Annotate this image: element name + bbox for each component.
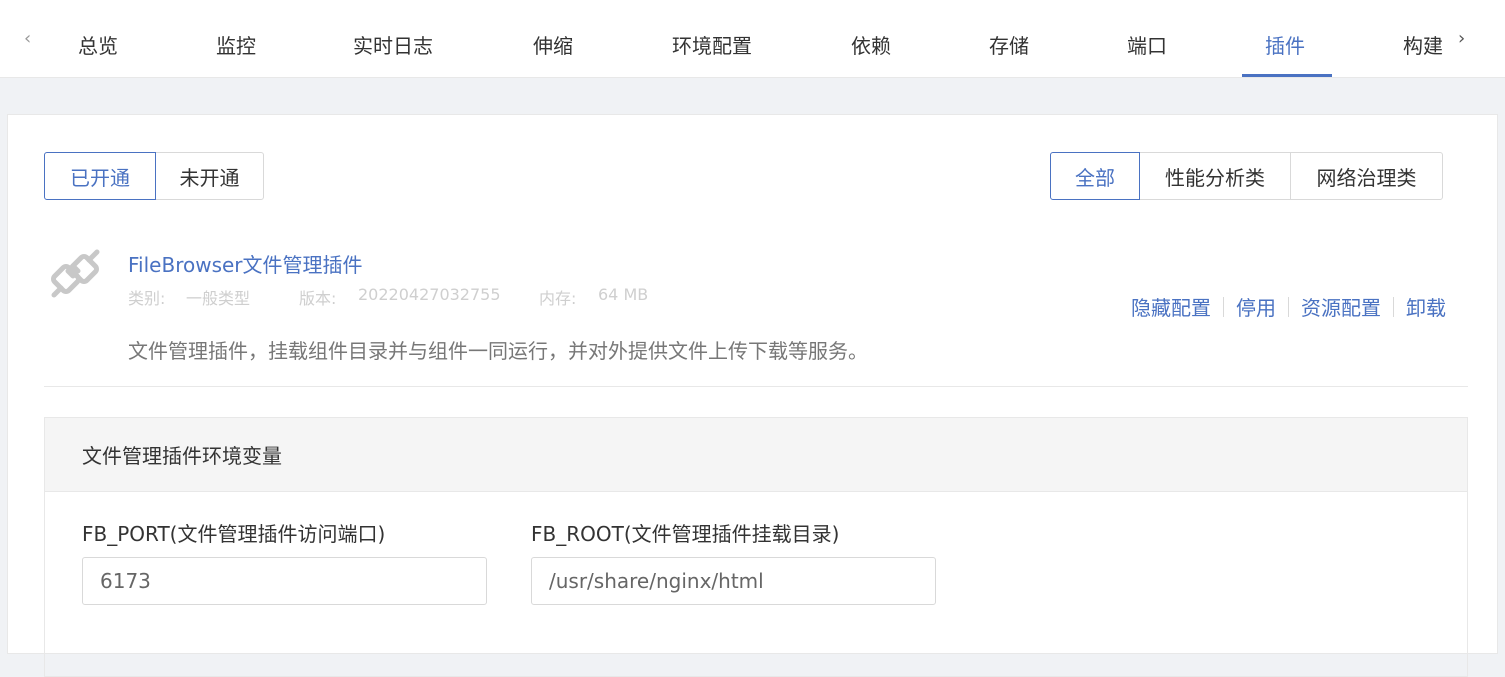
status-filter: 已开通 未开通 (44, 152, 264, 200)
memory-value: 64 MB (598, 285, 649, 304)
category-performance-button[interactable]: 性能分析类 (1139, 152, 1291, 200)
tab-realtime-log[interactable]: 实时日志 (353, 33, 433, 59)
action-divider (1288, 296, 1289, 317)
tab-dependencies[interactable]: 依赖 (851, 33, 891, 59)
filter-not-enabled-button[interactable]: 未开通 (155, 152, 264, 200)
fb-root-input[interactable] (531, 557, 936, 605)
env-variables-panel: 文件管理插件环境变量 FB_PORT(文件管理插件访问端口) FB_ROOT(文… (44, 417, 1468, 677)
plug-icon (51, 249, 100, 298)
tab-env-config[interactable]: 环境配置 (672, 33, 752, 59)
version-value: 20220427032755 (358, 285, 501, 304)
plugin-description: 文件管理插件，挂载组件目录并与组件一同运行，并对外提供文件上传下载等服务。 (128, 339, 868, 363)
tab-overview[interactable]: 总览 (78, 33, 118, 59)
active-tab-indicator (1242, 74, 1332, 77)
category-filter: 全部 性能分析类 网络治理类 (1050, 152, 1443, 200)
hide-config-link[interactable]: 隐藏配置 (1131, 292, 1211, 321)
fb-port-input[interactable] (82, 557, 487, 605)
uninstall-link[interactable]: 卸载 (1406, 292, 1446, 321)
action-divider (1393, 296, 1394, 317)
plugin-title[interactable]: FileBrowser文件管理插件 (128, 249, 363, 278)
category-value: 一般类型 (186, 289, 251, 308)
version-label: 版本: (299, 289, 337, 308)
resource-config-link[interactable]: 资源配置 (1301, 292, 1381, 321)
fb-root-label: FB_ROOT(文件管理插件挂载目录) (531, 522, 840, 546)
tab-monitor[interactable]: 监控 (216, 33, 256, 59)
chevron-right-icon[interactable]: › (1458, 30, 1465, 48)
category-network-button[interactable]: 网络治理类 (1290, 152, 1443, 200)
category-all-button[interactable]: 全部 (1050, 152, 1140, 200)
category-label: 类别: (128, 289, 166, 308)
chevron-left-icon[interactable]: ‹ (24, 30, 31, 48)
plugin-actions: 隐藏配置 停用 资源配置 卸载 (1131, 292, 1446, 321)
env-panel-title: 文件管理插件环境变量 (45, 418, 1467, 492)
disable-link[interactable]: 停用 (1236, 292, 1276, 321)
tab-scaling[interactable]: 伸缩 (533, 33, 573, 59)
section-divider (44, 386, 1468, 387)
tab-storage[interactable]: 存储 (989, 33, 1029, 59)
action-divider (1223, 296, 1224, 317)
tab-build[interactable]: 构建 (1403, 33, 1443, 59)
filter-enabled-button[interactable]: 已开通 (44, 152, 156, 200)
plugin-card: 已开通 未开通 全部 性能分析类 网络治理类 FileBrowser文件管理插件… (7, 114, 1498, 677)
fb-port-label: FB_PORT(文件管理插件访问端口) (82, 522, 386, 546)
tab-ports[interactable]: 端口 (1127, 33, 1167, 59)
tab-bar: ‹ 总览 监控 实时日志 伸缩 环境配置 依赖 存储 端口 插件 构建 › (0, 0, 1505, 78)
tab-plugins[interactable]: 插件 (1265, 33, 1305, 59)
memory-label: 内存: (539, 289, 577, 308)
